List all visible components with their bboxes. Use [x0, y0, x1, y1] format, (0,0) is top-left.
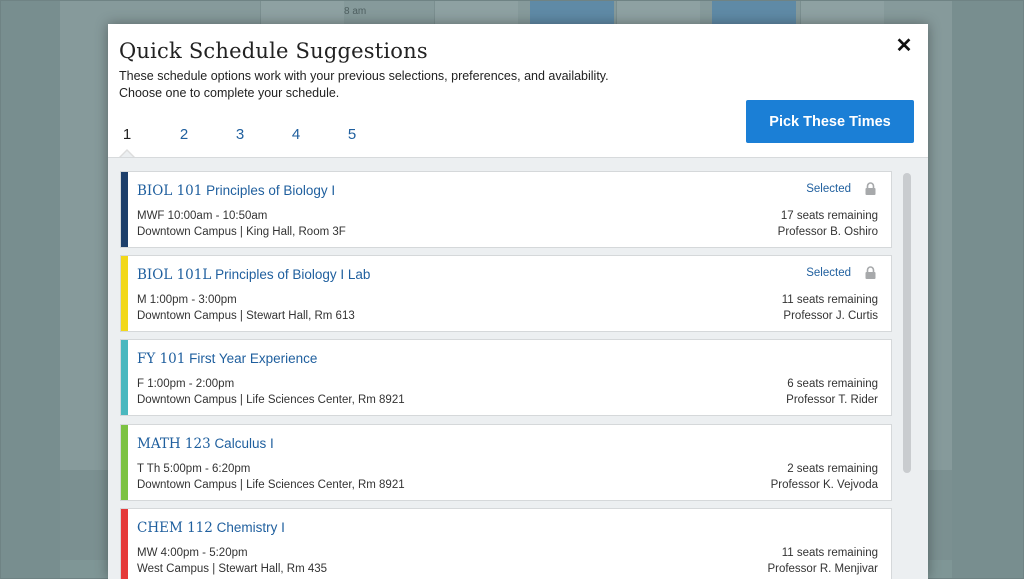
selected-status-label: Selected [806, 183, 851, 195]
course-professor: Professor J. Curtis [783, 310, 878, 322]
course-card[interactable]: FY 101 First Year Experience F 1:00pm - … [120, 339, 892, 416]
course-professor: Professor B. Oshiro [777, 226, 878, 238]
course-code: FY 101 [137, 351, 186, 367]
course-color-stripe [121, 425, 128, 500]
course-seats: 6 seats remaining [787, 378, 878, 390]
course-card[interactable]: CHEM 112 Chemistry I MW 4:00pm - 5:20pm … [120, 508, 892, 579]
course-schedule: F 1:00pm - 2:00pm [137, 378, 235, 390]
course-color-stripe [121, 509, 128, 579]
close-icon[interactable]: ✕ [894, 36, 914, 56]
course-color-stripe [121, 172, 128, 247]
course-location: Downtown Campus | Life Sciences Center, … [137, 479, 405, 491]
course-code: CHEM 112 [137, 520, 213, 536]
selected-status-label: Selected [806, 267, 851, 279]
tab-option-2[interactable]: 2 [169, 126, 199, 143]
modal-subtitle: These schedule options work with your pr… [119, 68, 719, 102]
pick-these-times-button[interactable]: Pick These Times [746, 100, 914, 143]
modal-subtitle-line: Choose one to complete your schedule. [119, 86, 340, 100]
course-schedule: MW 4:00pm - 5:20pm [137, 547, 248, 559]
modal-subtitle-line: These schedule options work with your pr… [119, 69, 609, 83]
course-list: BIOL 101 Principles of Biology I MWF 10:… [108, 157, 928, 579]
course-professor: Professor K. Vejvoda [770, 479, 878, 491]
course-title[interactable]: BIOL 101 Principles of Biology I [137, 183, 335, 199]
tab-option-5[interactable]: 5 [337, 126, 367, 143]
course-professor: Professor T. Rider [786, 394, 878, 406]
course-name: Chemistry I [216, 520, 285, 535]
course-title[interactable]: MATH 123 Calculus I [137, 436, 274, 452]
course-title[interactable]: CHEM 112 Chemistry I [137, 520, 285, 536]
modal-title: Quick Schedule Suggestions [119, 39, 428, 63]
course-location: Downtown Campus | King Hall, Room 3F [137, 226, 346, 238]
calendar-left-margin [0, 0, 60, 579]
tab-option-3[interactable]: 3 [225, 126, 255, 143]
course-list-scrollbar[interactable] [903, 173, 911, 473]
lock-icon [865, 182, 876, 195]
course-location: West Campus | Stewart Hall, Rm 435 [137, 563, 328, 575]
quick-schedule-modal: Quick Schedule Suggestions These schedul… [108, 24, 928, 579]
course-seats: 11 seats remaining [781, 547, 878, 559]
tab-option-4[interactable]: 4 [281, 126, 311, 143]
course-color-stripe [121, 256, 128, 331]
course-title[interactable]: FY 101 First Year Experience [137, 351, 317, 367]
tab-option-1[interactable]: 1 [112, 126, 142, 143]
course-schedule: MWF 10:00am - 10:50am [137, 210, 268, 222]
course-location: Downtown Campus | Stewart Hall, Rm 613 [137, 310, 355, 322]
course-name: Principles of Biology I Lab [215, 267, 371, 282]
course-code: BIOL 101L [137, 267, 212, 283]
course-name: Principles of Biology I [206, 183, 336, 198]
calendar-event-block [712, 0, 796, 24]
course-card[interactable]: BIOL 101 Principles of Biology I MWF 10:… [120, 171, 892, 248]
course-code: BIOL 101 [137, 183, 203, 199]
course-schedule: T Th 5:00pm - 6:20pm [137, 463, 251, 475]
course-title[interactable]: BIOL 101L Principles of Biology I Lab [137, 267, 370, 283]
course-name: First Year Experience [189, 351, 318, 366]
course-code: MATH 123 [137, 436, 211, 452]
course-seats: 11 seats remaining [781, 294, 878, 306]
course-card[interactable]: BIOL 101L Principles of Biology I Lab M … [120, 255, 892, 332]
calendar-time-label: 8 am [344, 6, 367, 17]
course-location: Downtown Campus | Life Sciences Center, … [137, 394, 405, 406]
course-schedule: M 1:00pm - 3:00pm [137, 294, 237, 306]
course-color-stripe [121, 340, 128, 415]
calendar-right-margin [952, 0, 1024, 579]
course-card[interactable]: MATH 123 Calculus I T Th 5:00pm - 6:20pm… [120, 424, 892, 501]
course-name: Calculus I [214, 436, 274, 451]
lock-icon [865, 266, 876, 279]
course-professor: Professor R. Menjivar [767, 563, 878, 575]
course-seats: 2 seats remaining [787, 463, 878, 475]
course-seats: 17 seats remaining [780, 210, 878, 222]
calendar-event-block [530, 0, 614, 24]
